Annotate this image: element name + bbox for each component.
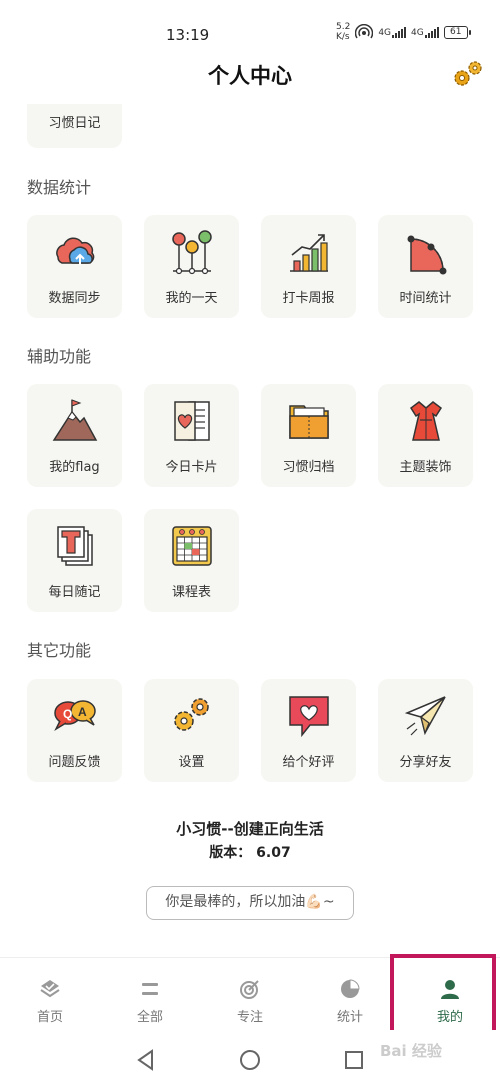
signal-2-label: 4G [411, 27, 424, 38]
card-theme-decor[interactable]: 主题装饰 [378, 384, 473, 487]
settings-gears-icon[interactable] [450, 58, 486, 90]
card-rate-us[interactable]: 给个好评 [261, 679, 356, 782]
cheer-button[interactable]: 你是最棒的，所以加油💪🏻~ [146, 886, 354, 920]
card-label: 时间统计 [399, 291, 452, 306]
tab-stats[interactable]: 统计 [300, 958, 400, 1028]
status-time: 13:19 [166, 26, 210, 44]
card-share-friends[interactable]: 分享好友 [378, 679, 473, 782]
tab-home[interactable]: 首页 [0, 958, 100, 1028]
card-habit-archive[interactable]: 习惯归档 [261, 384, 356, 487]
card-my-flag[interactable]: 我的flag [27, 384, 122, 487]
card-settings[interactable]: 设置 [144, 679, 239, 782]
card-label: 分享好友 [399, 755, 452, 770]
card-today-card[interactable]: 今日卡片 [144, 384, 239, 487]
svg-text:Q: Q [63, 707, 72, 721]
tab-label: 统计 [336, 1010, 363, 1025]
timeline-pins-icon [172, 230, 212, 275]
signal-2-icon: 4G [411, 26, 439, 38]
card-label: 设置 [178, 755, 205, 770]
page-title: 个人中心 [208, 64, 292, 88]
mountain-flag-icon [52, 399, 98, 441]
tab-label: 首页 [36, 1010, 63, 1025]
card-weekly-report[interactable]: 打卡周报 [261, 215, 356, 318]
card-label: 给个好评 [282, 755, 335, 770]
watermark: Bai 经验 [380, 1042, 442, 1060]
app-slogan: 小习惯--创建正向生活 [176, 820, 324, 838]
card-feedback[interactable]: Q A 问题反馈 [27, 679, 122, 782]
status-indicators: 5.2 K/s 4G 4G 61 [336, 22, 471, 42]
card-label: 我的flag [49, 460, 100, 475]
schedule-grid-icon [172, 526, 212, 566]
card-my-day[interactable]: 我的一天 [144, 215, 239, 318]
qa-bubbles-icon: Q A [54, 700, 96, 731]
signal-1-icon: 4G [378, 26, 407, 38]
card-label: 每日随记 [48, 585, 101, 600]
dress-icon [409, 401, 443, 441]
status-bar: 13:19 5.2 K/s 4G 4G 61 [0, 0, 500, 58]
gears-icon [174, 698, 209, 731]
section-title-aux: 辅助功能 [27, 347, 92, 366]
cloud-sync-icon [56, 237, 95, 265]
heart-bubble-icon [289, 696, 329, 738]
habit-diary-card[interactable]: 习惯日记 [27, 104, 122, 148]
card-label: 主题装饰 [399, 460, 452, 475]
home-circle-icon[interactable] [238, 1048, 262, 1072]
battery-icon: 61 [443, 25, 471, 39]
card-course-schedule[interactable]: 课程表 [144, 509, 239, 612]
signal-1-label: 4G [378, 27, 392, 38]
card-label: 课程表 [171, 585, 211, 600]
text-document-icon [57, 526, 93, 566]
card-label: 我的一天 [165, 291, 218, 306]
back-icon[interactable] [134, 1048, 158, 1072]
section-title-other: 其它功能 [27, 641, 92, 660]
hotspot-icon [355, 24, 374, 39]
tab-all[interactable]: 全部 [100, 958, 200, 1028]
tab-label: 专注 [236, 1010, 263, 1025]
highlight-box [390, 954, 496, 1036]
app-version: 版本： 6.07 [209, 845, 291, 861]
card-daily-notes[interactable]: 每日随记 [27, 509, 122, 612]
card-time-stats[interactable]: 时间统计 [378, 215, 473, 318]
card-data-sync[interactable]: 数据同步 [27, 215, 122, 318]
card-label: 今日卡片 [165, 460, 218, 475]
pie-quarter-icon [407, 235, 447, 275]
paper-plane-icon [404, 696, 446, 736]
section-title-stats: 数据统计 [27, 178, 92, 197]
net-speed-value: 5.2 [336, 22, 351, 32]
card-label: 问题反馈 [48, 755, 101, 770]
recents-square-icon[interactable] [342, 1048, 366, 1072]
bar-chart-trend-icon [290, 234, 328, 272]
card-label: 数据同步 [48, 291, 101, 306]
net-speed-unit: K/s [336, 32, 350, 42]
list-lines-icon [142, 983, 158, 995]
tab-label: 全部 [136, 1010, 163, 1025]
target-icon [240, 980, 259, 999]
header: 个人中心 [0, 58, 500, 98]
svg-text:A: A [78, 705, 87, 719]
tab-focus[interactable]: 专注 [200, 958, 300, 1028]
heart-card-icon [174, 401, 210, 441]
folder-archive-icon [289, 405, 329, 439]
card-label: 习惯归档 [282, 460, 335, 475]
habit-diary-label: 习惯日记 [48, 116, 101, 131]
net-speed: 5.2 K/s [336, 22, 350, 42]
home-layers-icon [40, 980, 60, 998]
card-label: 打卡周报 [282, 291, 335, 306]
pie-chart-icon [341, 979, 360, 998]
